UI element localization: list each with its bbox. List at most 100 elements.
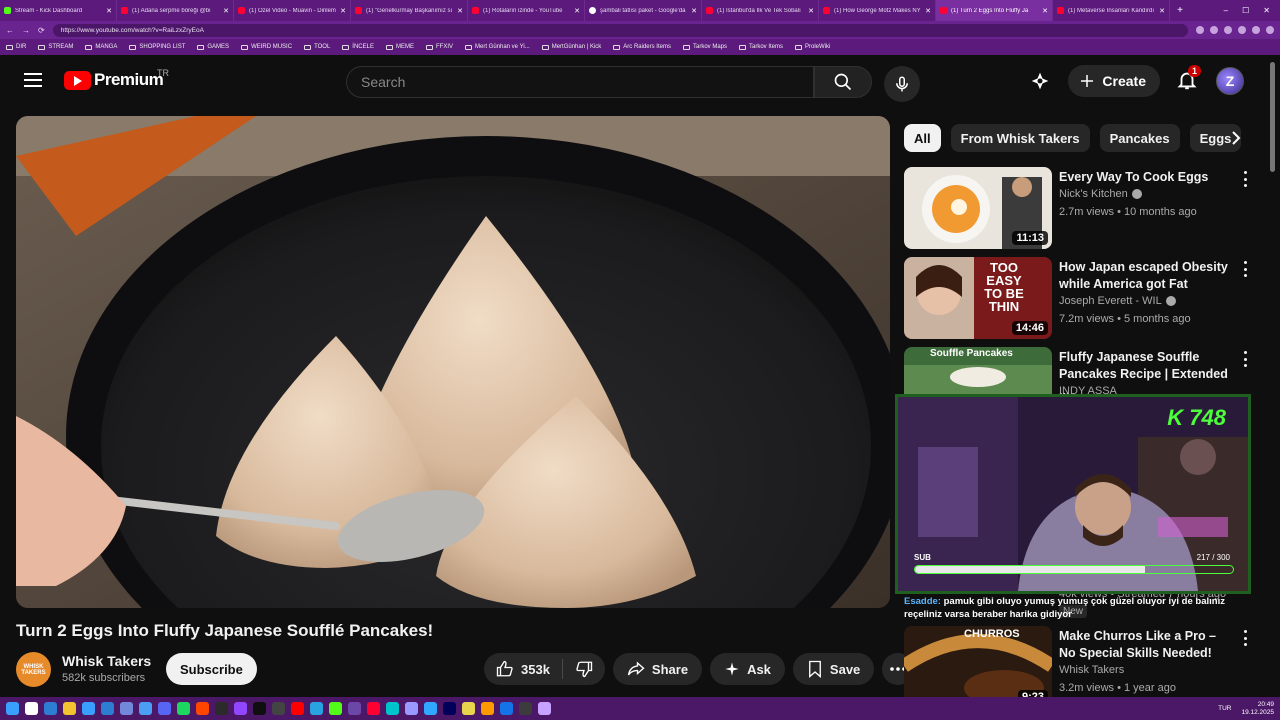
channel-name[interactable]: Whisk Takers (62, 653, 151, 669)
browser-tab[interactable]: (1) "Genelkurmay Başkanımız sı ✕ (351, 0, 468, 21)
close-tab-icon[interactable]: ✕ (574, 7, 580, 15)
taskbar-app-icon[interactable] (348, 702, 361, 715)
browser-tab[interactable]: (1) Özel Video - Muavin - Dinlem ✕ (234, 0, 351, 21)
bookmark-item[interactable]: Tarkov Maps (682, 44, 727, 50)
bookmark-item[interactable]: FFXIV (425, 44, 453, 50)
bookmark-item[interactable]: Tarkov Items (739, 44, 783, 50)
search-button[interactable] (814, 66, 872, 98)
recommendation-title[interactable]: Every Way To Cook Eggs (1059, 169, 1234, 186)
account-avatar[interactable]: Z (1216, 67, 1244, 95)
taskbar-app-icon[interactable] (196, 702, 209, 715)
bookmark-item[interactable]: MertGünhan | Kick (541, 44, 601, 50)
bookmark-item[interactable]: GAMES (197, 44, 229, 50)
taskbar-app-icon[interactable] (63, 702, 76, 715)
language-indicator[interactable]: TUR (1218, 705, 1231, 712)
browser-tab[interactable]: (1) How George Motz Makes NY ✕ (819, 0, 936, 21)
bookmark-item[interactable]: DIR (6, 44, 26, 50)
recommendation-title[interactable]: How Japan escaped Obesity while America … (1059, 259, 1234, 293)
close-window-button[interactable]: ✕ (1263, 6, 1270, 15)
bookmark-item[interactable]: Mert Günhan ve Yi... (465, 44, 530, 50)
taskbar-app-icon[interactable] (234, 702, 247, 715)
more-options-icon[interactable] (1244, 171, 1248, 187)
maximize-button[interactable]: ☐ (1242, 6, 1249, 15)
more-options-icon[interactable] (1244, 630, 1248, 646)
voice-search-button[interactable] (884, 66, 920, 102)
bookmark-item[interactable]: İNCELE (342, 44, 374, 50)
browser-tab[interactable]: (1) Turn 2 Eggs Into Fluffy Ja ✕ (936, 0, 1053, 21)
close-tab-icon[interactable]: ✕ (925, 7, 931, 15)
taskbar-app-icon[interactable] (481, 702, 494, 715)
scrollbar-thumb[interactable] (1270, 62, 1275, 172)
taskbar-app-icon[interactable] (272, 702, 285, 715)
save-button[interactable]: Save (792, 653, 875, 685)
taskbar-app-icon[interactable] (386, 702, 399, 715)
profile-icon[interactable] (1266, 26, 1274, 34)
close-tab-icon[interactable]: ✕ (691, 7, 697, 15)
taskbar-app-icon[interactable] (443, 702, 456, 715)
taskbar-app-icon[interactable] (82, 702, 95, 715)
recommendation-thumbnail[interactable]: CHURROS 9:23 (904, 626, 1052, 708)
extension-icon[interactable] (1252, 26, 1260, 34)
new-tab-button[interactable]: + (1170, 5, 1190, 16)
taskbar-app-icon[interactable] (101, 702, 114, 715)
channel-avatar[interactable]: WHISK TAKERS (16, 652, 51, 687)
taskbar-app-icon[interactable] (44, 702, 57, 715)
minimize-button[interactable]: – (1224, 6, 1228, 15)
recommendation-channel[interactable]: Joseph Everett - WIL (1059, 295, 1176, 307)
taskbar-app-icon[interactable] (367, 702, 380, 715)
taskbar-app-icon[interactable] (120, 702, 133, 715)
bookmark-item[interactable]: Arc Raiders Items (613, 44, 671, 50)
taskbar-app-icon[interactable] (215, 702, 228, 715)
close-tab-icon[interactable]: ✕ (1042, 7, 1048, 15)
taskbar-app-icon[interactable] (291, 702, 304, 715)
taskbar-app-icon[interactable] (158, 702, 171, 715)
recommendation-item[interactable]: TOO EASY TO BE THIN 14:46 How Japan esca… (904, 257, 1256, 339)
close-tab-icon[interactable]: ✕ (223, 7, 229, 15)
menu-icon[interactable] (24, 73, 42, 87)
recommendation-channel[interactable]: Nick's Kitchen (1059, 188, 1142, 200)
windows-start-icon[interactable] (6, 702, 19, 715)
extension-icon[interactable] (1224, 26, 1232, 34)
youtube-premium-logo[interactable]: Premium (64, 70, 164, 90)
browser-tab[interactable]: şambali tatlısı paket - Google'da ✕ (585, 0, 702, 21)
recommendation-thumbnail[interactable]: TOO EASY TO BE THIN 14:46 (904, 257, 1052, 339)
recommendation-channel[interactable]: Whisk Takers (1059, 664, 1124, 676)
browser-tab[interactable]: (1) Metaverse İnsanları Kandırdı ✕ (1053, 0, 1170, 21)
taskbar-app-icon[interactable] (462, 702, 475, 715)
share-button[interactable]: Share (612, 653, 703, 685)
taskbar-app-icon[interactable] (310, 702, 323, 715)
filter-chip[interactable]: Pancakes (1099, 124, 1180, 152)
recommendation-title[interactable]: Make Churros Like a Pro – No Special Ski… (1059, 628, 1234, 662)
taskbar-app-icon[interactable] (519, 702, 532, 715)
more-options-icon[interactable] (1244, 351, 1248, 367)
filter-chip[interactable]: All (904, 124, 941, 152)
close-tab-icon[interactable]: ✕ (1159, 7, 1165, 15)
taskbar-app-icon[interactable] (329, 702, 342, 715)
url-field[interactable]: https://www.youtube.com/watch?v=RaiLzxZr… (52, 23, 1188, 37)
bookmark-item[interactable]: ProleWiki (795, 44, 830, 50)
bookmark-item[interactable]: SHOPPING LIST (129, 44, 185, 50)
taskbar-app-icon[interactable] (25, 702, 38, 715)
taskbar-app-icon[interactable] (424, 702, 437, 715)
extension-icon[interactable] (1196, 26, 1204, 34)
reload-icon[interactable]: ⟳ (38, 26, 45, 35)
filter-chip[interactable]: From Whisk Takers (950, 124, 1090, 152)
like-button[interactable]: 353k (484, 653, 562, 685)
sparkle-gem-button[interactable] (1028, 69, 1052, 93)
bookmark-item[interactable]: MANGA (85, 44, 117, 50)
browser-tab[interactable]: (1) Rotaların izinde - YouTube ✕ (468, 0, 585, 21)
dislike-button[interactable] (563, 653, 605, 685)
browser-tab[interactable]: (1) İstanbul'da İlk Ve Tek Sobalı ✕ (702, 0, 819, 21)
close-tab-icon[interactable]: ✕ (457, 7, 463, 15)
taskbar-app-icon[interactable] (139, 702, 152, 715)
back-icon[interactable]: ← (6, 26, 14, 35)
recommendation-item[interactable]: CHURROS 9:23 Make Churros Like a Pro – N… (904, 626, 1256, 708)
notifications-button[interactable]: 1 (1176, 65, 1202, 93)
browser-tab[interactable]: (1) Adana serpme böreği @bi ✕ (117, 0, 234, 21)
extension-icon[interactable] (1238, 26, 1246, 34)
bookmark-item[interactable]: TOOL (304, 44, 330, 50)
chips-next-button[interactable] (1222, 124, 1250, 152)
taskbar-app-icon[interactable] (177, 702, 190, 715)
more-options-icon[interactable] (1244, 261, 1248, 277)
extension-icon[interactable] (1210, 26, 1218, 34)
